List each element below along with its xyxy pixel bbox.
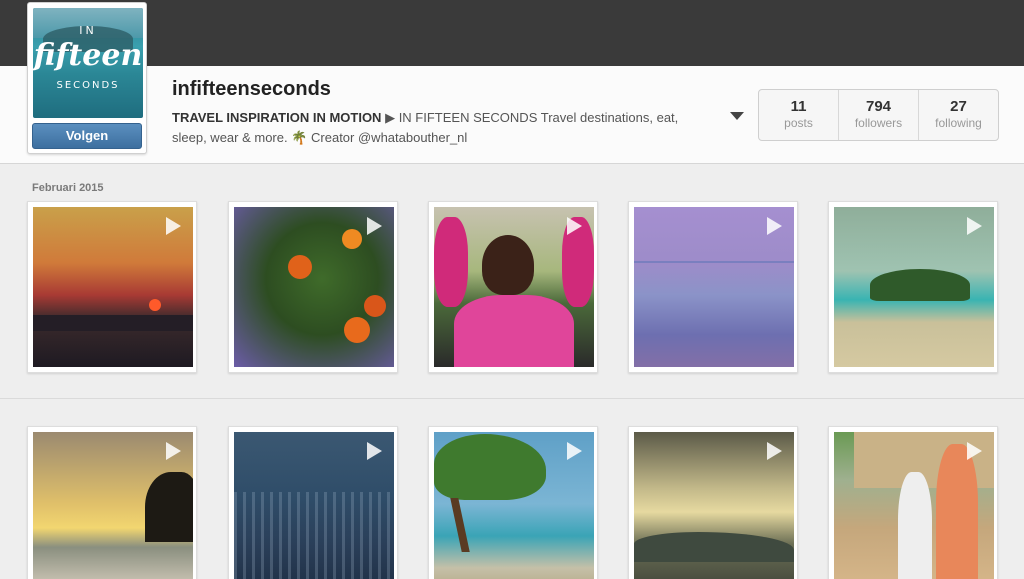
play-icon <box>166 217 181 235</box>
chevron-down-icon[interactable] <box>730 112 744 120</box>
child-figure <box>898 472 932 579</box>
row-divider <box>0 398 1024 399</box>
orange-fruit <box>288 255 312 279</box>
play-icon <box>567 217 582 235</box>
costume-shape <box>454 295 574 367</box>
media-thumbnail <box>834 207 994 367</box>
bio-headline: TRAVEL INSPIRATION IN MOTION <box>172 110 382 125</box>
profile-stats: 11 posts 794 followers 27 following <box>758 89 999 141</box>
child-figure <box>936 444 978 579</box>
media-tile-clouds[interactable] <box>628 426 798 579</box>
play-icon <box>367 442 382 460</box>
island-shape <box>870 269 970 301</box>
costume-feathers <box>434 217 468 307</box>
month-label: Februari 2015 <box>32 182 104 194</box>
media-tile-island[interactable] <box>828 201 998 373</box>
follow-button[interactable]: Volgen <box>32 123 142 149</box>
city-lights <box>234 492 394 579</box>
stat-following[interactable]: 27 following <box>919 90 998 140</box>
arrow-icon: ▶ <box>385 110 396 125</box>
media-thumbnail <box>33 432 193 579</box>
media-tile-oranges[interactable] <box>228 201 398 373</box>
media-tile-divi-tree[interactable] <box>428 426 598 579</box>
dancer-figure <box>482 235 534 295</box>
play-icon <box>967 217 982 235</box>
stat-posts-value: 11 <box>790 98 807 115</box>
stat-following-label: following <box>935 116 982 130</box>
play-icon <box>166 442 181 460</box>
profile-avatar-card: IN fifteen SECONDS Volgen <box>27 2 147 154</box>
stat-followers-value: 794 <box>865 98 892 115</box>
media-thumbnail <box>234 207 394 367</box>
avatar-text-fifteen: fifteen <box>33 38 143 73</box>
media-tile-beach-sunset[interactable] <box>27 426 197 579</box>
profile-bio: TRAVEL INSPIRATION IN MOTION ▶ IN FIFTEE… <box>172 108 712 148</box>
media-thumbnail <box>33 207 193 367</box>
play-icon <box>367 217 382 235</box>
avatar-text-seconds: SECONDS <box>56 80 120 91</box>
media-tile-dancer[interactable] <box>428 201 598 373</box>
stat-followers[interactable]: 794 followers <box>839 90 919 140</box>
top-navigation-bar <box>0 0 1024 66</box>
tree-silhouette <box>145 472 193 542</box>
orange-fruit <box>342 229 362 249</box>
horizon-shape <box>33 315 193 331</box>
media-thumbnail <box>434 432 594 579</box>
orange-fruit <box>344 317 370 343</box>
media-thumbnail <box>834 432 994 579</box>
play-icon <box>767 217 782 235</box>
media-tile-aerial-city[interactable] <box>228 426 398 579</box>
media-thumbnail <box>634 432 794 579</box>
play-icon <box>567 442 582 460</box>
media-thumbnail <box>634 207 794 367</box>
avatar-text-in: IN <box>79 24 97 37</box>
orange-fruit <box>364 295 386 317</box>
media-thumbnail <box>434 207 594 367</box>
play-icon <box>767 442 782 460</box>
media-thumbnail <box>234 432 394 579</box>
stat-followers-label: followers <box>854 116 903 130</box>
stat-following-value: 27 <box>950 98 967 115</box>
profile-username: infifteenseconds <box>172 78 331 100</box>
media-tile-sunset[interactable] <box>27 201 197 373</box>
stat-posts[interactable]: 11 posts <box>759 90 839 140</box>
media-tile-children[interactable] <box>828 426 998 579</box>
avatar[interactable]: IN fifteen SECONDS <box>33 8 143 118</box>
horizon-line <box>634 261 794 263</box>
profile-header: infifteenseconds TRAVEL INSPIRATION IN M… <box>0 66 1024 164</box>
palm-tree-icon: 🌴 <box>291 130 308 145</box>
tree-trunk <box>450 498 470 552</box>
media-tile-sea[interactable] <box>628 201 798 373</box>
bio-creator: Creator @whatabouther_nl <box>307 130 468 145</box>
stat-posts-label: posts <box>784 116 813 130</box>
play-icon <box>967 442 982 460</box>
tree-canopy <box>434 434 546 500</box>
sun-shape <box>149 299 161 311</box>
mountain-shape <box>634 532 794 562</box>
